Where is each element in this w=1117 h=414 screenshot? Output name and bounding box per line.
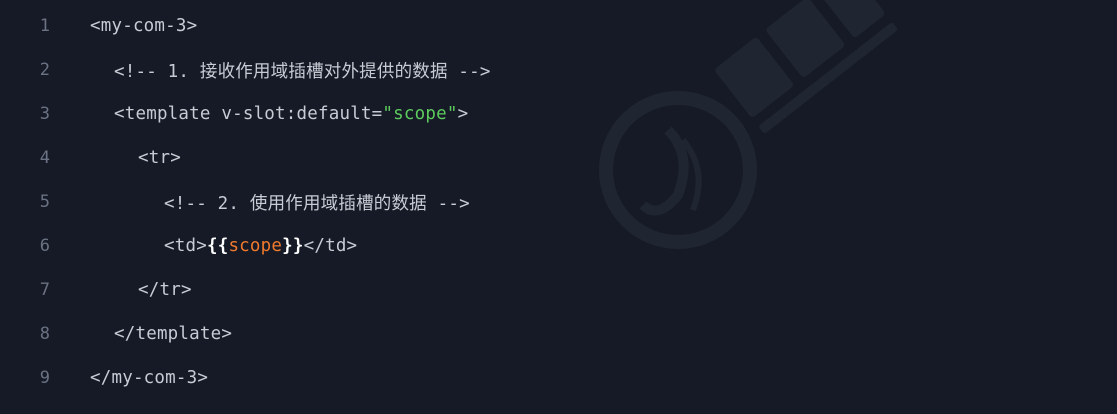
line-number: 6 bbox=[39, 236, 51, 256]
string-literal: "scope" bbox=[382, 104, 458, 124]
code-line: 6 <td>{{scope}} </td> bbox=[0, 224, 1117, 268]
line-content: </tr> bbox=[138, 280, 192, 300]
line-number: 7 bbox=[39, 280, 51, 300]
code-line: 8 </template> bbox=[0, 312, 1117, 356]
interpolation-open: {{ bbox=[206, 236, 229, 256]
td-open-tag: <td> bbox=[164, 236, 207, 256]
line-content: <my-com-3> bbox=[90, 16, 198, 36]
code-line: 3 <template v-slot:default= "scope" > bbox=[0, 92, 1117, 136]
line-content: <template v-slot:default= "scope" > bbox=[114, 104, 468, 124]
code-line: 7 </tr> bbox=[0, 268, 1117, 312]
line-number: 4 bbox=[39, 148, 51, 168]
line-number: 1 bbox=[39, 16, 51, 36]
line-content: <!-- 2. 使用作用域插槽的数据 --> bbox=[164, 193, 470, 214]
line-content: <!-- 1. 接收作用域插槽对外提供的数据 --> bbox=[114, 61, 491, 82]
interpolation-close: }} bbox=[282, 236, 304, 256]
line-content: </template> bbox=[114, 324, 233, 344]
line-number: 3 bbox=[39, 104, 51, 124]
line-number: 2 bbox=[39, 60, 51, 80]
code-editor: 1 <my-com-3> 2 <!-- 1. 接收作用域插槽对外提供的数据 --… bbox=[0, 0, 1117, 414]
line-number: 9 bbox=[39, 368, 51, 388]
code-line: 5 <!-- 2. 使用作用域插槽的数据 --> bbox=[0, 180, 1117, 224]
line-number: 5 bbox=[39, 192, 51, 212]
line-content: </my-com-3> bbox=[90, 368, 209, 388]
code-line: 1 <my-com-3> bbox=[0, 4, 1117, 48]
td-close-tag: </td> bbox=[303, 236, 358, 256]
code-line: 9 </my-com-3> bbox=[0, 356, 1117, 400]
tag-close-part: > bbox=[457, 104, 469, 124]
line-content: <td>{{scope}} </td> bbox=[164, 236, 357, 256]
tag-open-part: <template v-slot:default= bbox=[114, 104, 383, 124]
code-line: 4 <tr> bbox=[0, 136, 1117, 180]
line-content: <tr> bbox=[138, 148, 181, 168]
code-line: 2 <!-- 1. 接收作用域插槽对外提供的数据 --> bbox=[0, 48, 1117, 92]
line-number: 8 bbox=[39, 324, 51, 344]
interpolation-variable: scope bbox=[228, 236, 283, 256]
